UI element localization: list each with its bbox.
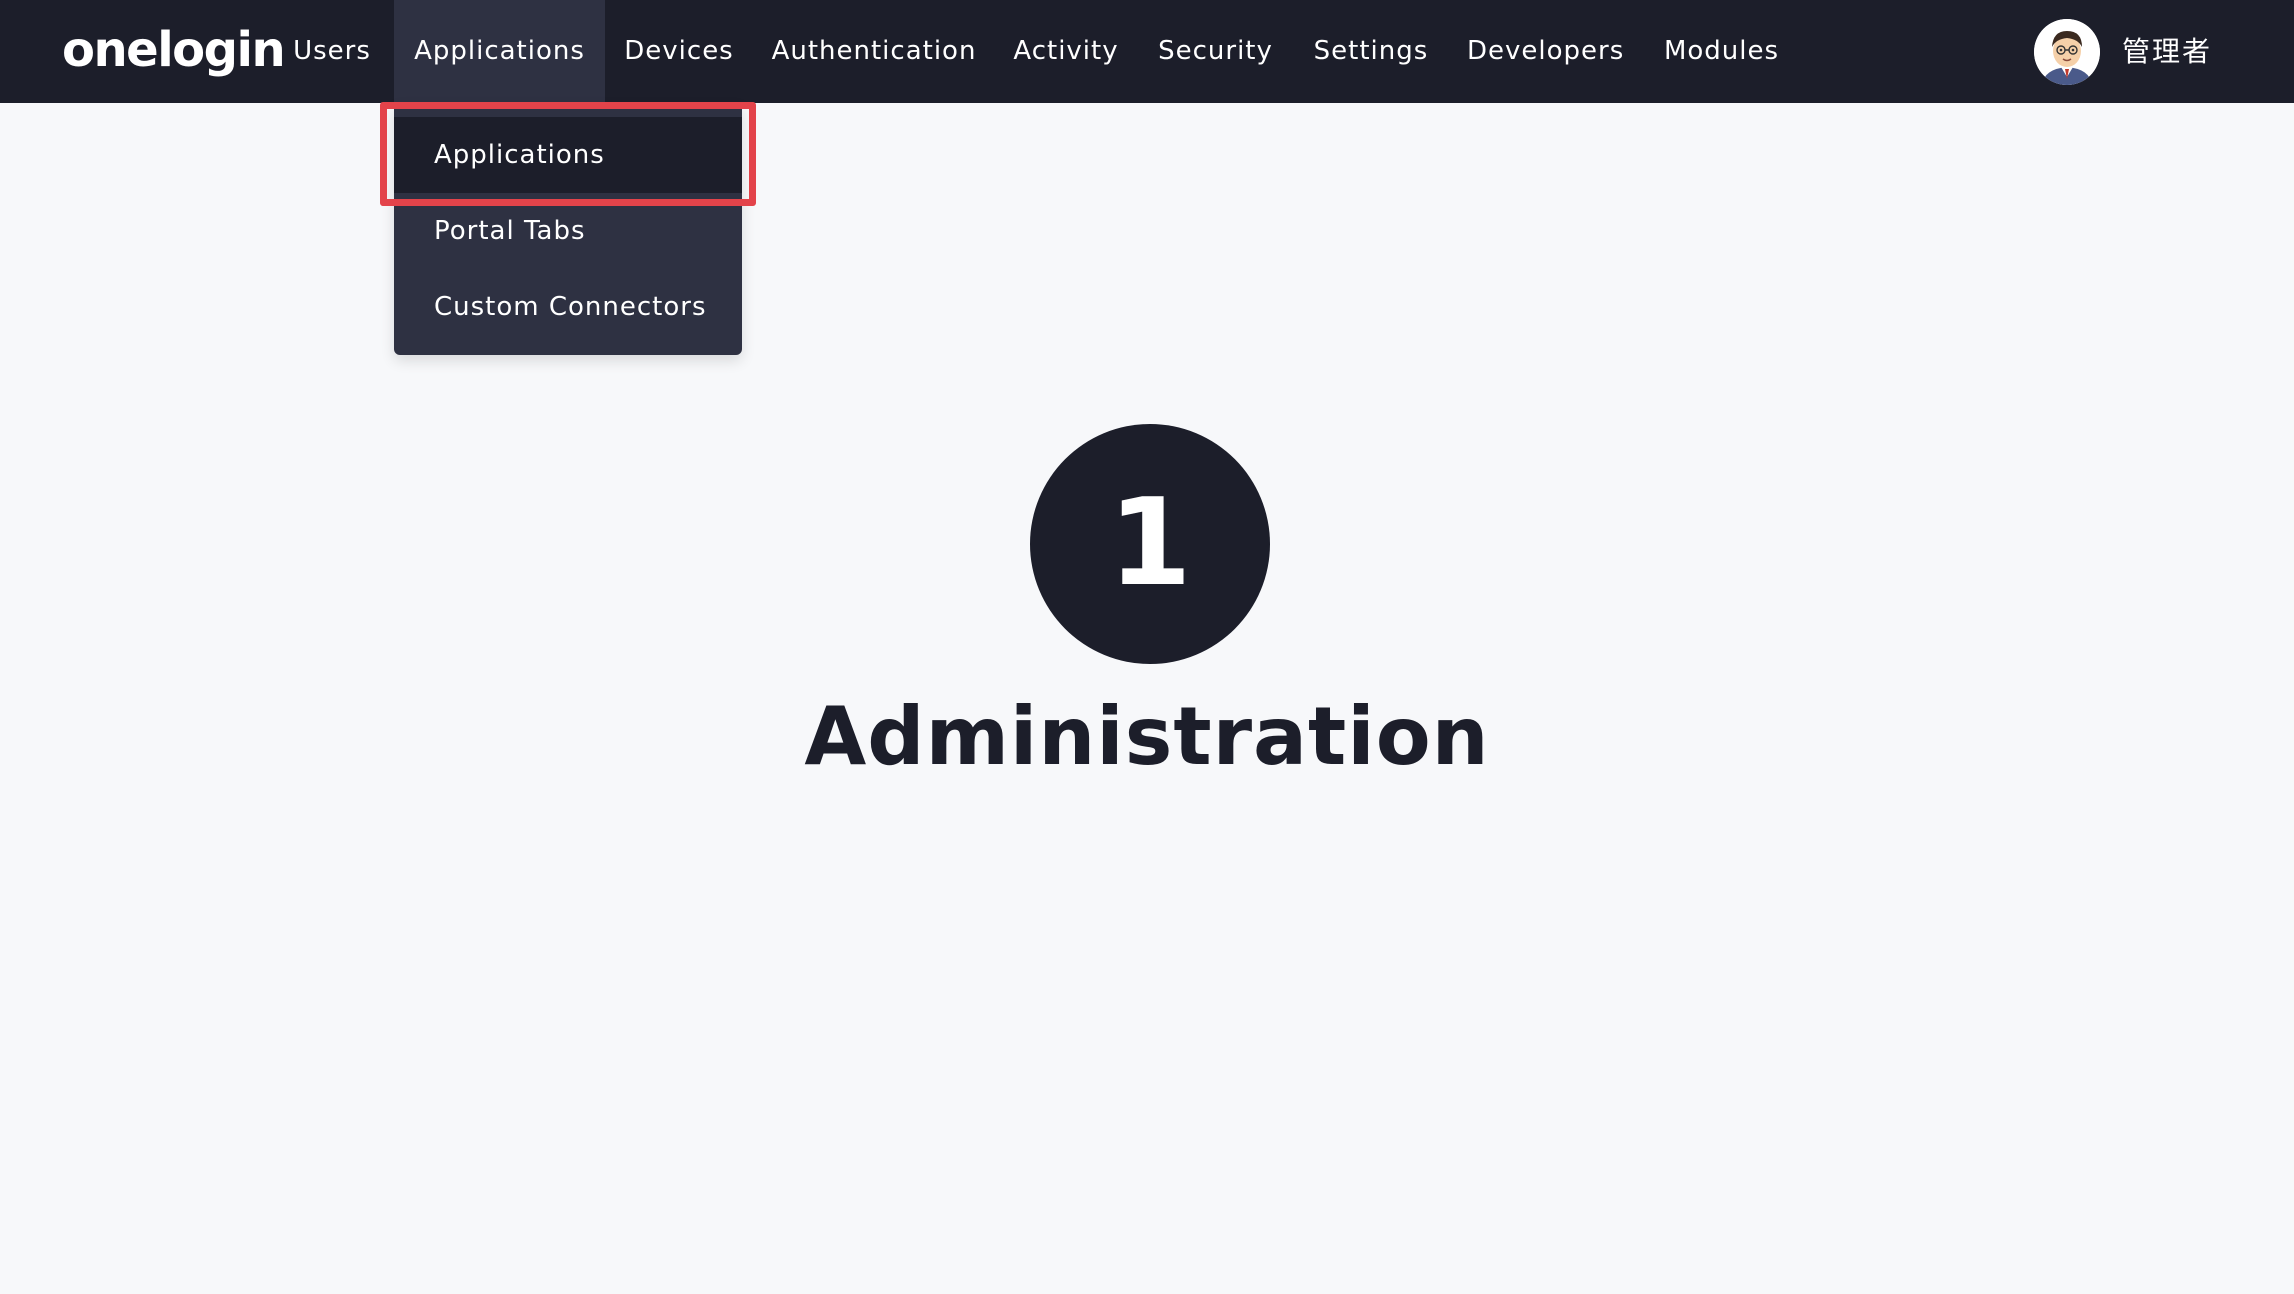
nav-developers[interactable]: Developers bbox=[1467, 0, 1624, 103]
dropdown-item-applications[interactable]: Applications bbox=[394, 117, 742, 193]
nav-modules[interactable]: Modules bbox=[1660, 0, 1783, 103]
onelogin-logo[interactable]: onelogin bbox=[62, 20, 286, 80]
nav-authentication[interactable]: Authentication bbox=[763, 0, 985, 103]
user-name[interactable]: 管理者 bbox=[2122, 0, 2212, 103]
applications-dropdown-menu: Applications Portal Tabs Custom Connecto… bbox=[394, 103, 742, 355]
page-title: Administration bbox=[804, 690, 1490, 783]
nav-applications[interactable]: Applications bbox=[394, 0, 605, 103]
nav-users[interactable]: Users bbox=[280, 0, 384, 103]
step-number-badge: 1 bbox=[1030, 424, 1270, 664]
nav-security[interactable]: Security bbox=[1153, 0, 1278, 103]
dropdown-item-custom-connectors[interactable]: Custom Connectors bbox=[394, 269, 742, 345]
user-avatar-illustration bbox=[2034, 19, 2100, 85]
user-avatar-icon[interactable] bbox=[2034, 19, 2100, 85]
nav-devices[interactable]: Devices bbox=[615, 0, 743, 103]
dropdown-item-portal-tabs[interactable]: Portal Tabs bbox=[394, 193, 742, 269]
nav-activity[interactable]: Activity bbox=[1008, 0, 1124, 103]
nav-settings[interactable]: Settings bbox=[1305, 0, 1437, 103]
top-navigation-bar: onelogin Users Applications Devices Auth… bbox=[0, 0, 2294, 103]
